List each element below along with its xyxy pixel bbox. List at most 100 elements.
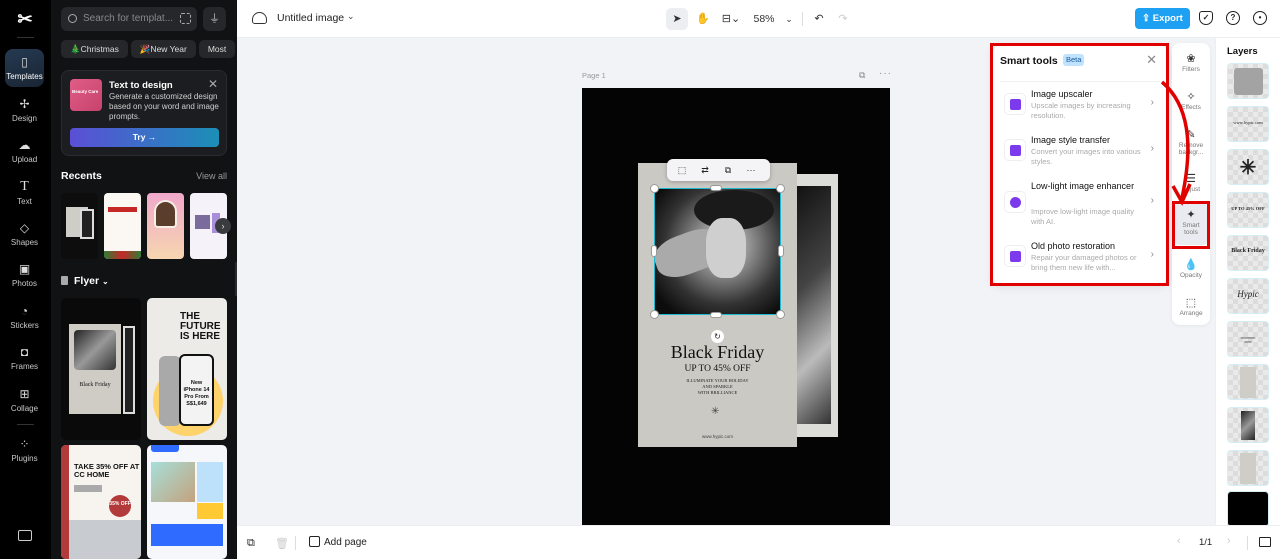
- capcut-logo[interactable]: ✂: [13, 9, 37, 29]
- rtb-remove-background[interactable]: ✎ Remove backgr...: [1172, 123, 1210, 165]
- template-card[interactable]: TAKE 35% OFF AT CC HOME 35% OFF: [61, 445, 141, 559]
- layer-item[interactable]: [1227, 450, 1269, 486]
- tool-low-light-enhancer[interactable]: Low-light image enhancer Improve low-lig…: [1000, 179, 1160, 231]
- image-search-icon[interactable]: [180, 13, 191, 24]
- undo-button[interactable]: ↶: [809, 8, 829, 30]
- rail-item-templates[interactable]: ▯ Templates: [5, 49, 44, 87]
- document-title[interactable]: Untitled image: [277, 12, 344, 24]
- rail-item-design[interactable]: ✢ Design: [5, 91, 44, 129]
- layer-item[interactable]: [1227, 63, 1269, 99]
- poster-url[interactable]: www.hypic.com: [638, 434, 797, 439]
- poster-subtitle[interactable]: UP TO 45% OFF: [638, 364, 797, 374]
- tool-old-photo-restoration[interactable]: Old photo restoration Repair your damage…: [1000, 239, 1160, 283]
- duplicate-page-icon[interactable]: ⧉: [859, 70, 865, 81]
- layer-item[interactable]: www.hypic.com: [1227, 106, 1269, 142]
- poster-body[interactable]: ILLUMINATE YOUR HOLIDAY AND SPARKLE WITH…: [638, 378, 797, 396]
- design-page[interactable]: ⬚ ⇄ ⧉ ··· ↻ Black Friday UP TO 45% OFF I…: [582, 88, 890, 525]
- flower-ornament-icon[interactable]: ✳: [711, 406, 719, 417]
- photo-restoration-icon: [1004, 245, 1026, 267]
- rail-item-shapes[interactable]: ◇ Shapes: [5, 215, 44, 253]
- trash-icon[interactable]: 🗑: [275, 537, 289, 550]
- filter-button[interactable]: ⏚: [203, 7, 226, 31]
- chevron-right-icon: ›: [1150, 143, 1154, 154]
- rtb-smart-tools[interactable]: ✦ Smart tools: [1175, 203, 1207, 245]
- resize-handle[interactable]: [650, 184, 659, 193]
- redo-button[interactable]: ↷: [833, 8, 853, 30]
- try-button[interactable]: Try →: [70, 128, 219, 147]
- close-icon[interactable]: ✕: [208, 77, 218, 91]
- right-toolbar: ❀ Filters ✧ Effects ✎ Remove backgr... ☰ Adj…: [1172, 43, 1210, 325]
- cloud-save-icon[interactable]: [252, 12, 267, 24]
- layer-item[interactable]: ━━━━━━━━ ━━━━: [1227, 321, 1269, 357]
- shield-icon[interactable]: ✓: [1199, 11, 1213, 25]
- selection-box[interactable]: [654, 188, 781, 315]
- recents-next-button[interactable]: ›: [215, 218, 231, 234]
- resize-handle[interactable]: [650, 310, 659, 319]
- rtb-filters[interactable]: ❀ Filters: [1172, 47, 1210, 85]
- select-tool[interactable]: ➤: [666, 8, 688, 30]
- rtb-adjust[interactable]: ☰ Adjust: [1172, 167, 1210, 205]
- resize-handle[interactable]: [710, 185, 722, 191]
- resize-handle[interactable]: [776, 310, 785, 319]
- layer-item[interactable]: UP TO 45% OFF: [1227, 192, 1269, 228]
- layout-tool[interactable]: ⊟⌄: [716, 8, 746, 30]
- adjust-icon: ☰: [1186, 173, 1196, 185]
- export-button[interactable]: ⇪ Export: [1135, 8, 1190, 29]
- crop-icon[interactable]: ⬚: [675, 163, 689, 177]
- layer-item[interactable]: Hypic: [1227, 278, 1269, 314]
- tool-image-style-transfer[interactable]: Image style transfer Convert your images…: [1000, 133, 1160, 177]
- flyer-category-dropdown[interactable]: Flyer ⌄: [61, 275, 109, 287]
- chip-christmas[interactable]: 🎄Christmas: [61, 40, 128, 58]
- resize-handle[interactable]: [778, 245, 784, 257]
- layer-item[interactable]: ✳: [1227, 149, 1269, 185]
- prev-page-button[interactable]: ‹: [1177, 535, 1181, 547]
- hand-tool[interactable]: ✋: [692, 8, 714, 30]
- duplicate-icon[interactable]: ⧉: [721, 163, 735, 177]
- add-page-button[interactable]: Add page: [309, 536, 367, 548]
- template-card[interactable]: [147, 445, 227, 559]
- zoom-level[interactable]: 58%: [751, 8, 777, 30]
- recent-template[interactable]: [147, 193, 184, 259]
- resize-handle[interactable]: [776, 184, 785, 193]
- close-icon[interactable]: ✕: [1146, 52, 1157, 68]
- resize-handle[interactable]: [651, 245, 657, 257]
- rail-item-upload[interactable]: ☁ Upload: [5, 132, 44, 170]
- chevron-down-icon[interactable]: ⌄: [347, 11, 355, 22]
- layer-item[interactable]: [1227, 407, 1269, 443]
- keyboard-shortcuts-icon[interactable]: [18, 530, 32, 541]
- more-icon[interactable]: ···: [744, 163, 758, 177]
- layer-item[interactable]: Black Friday: [1227, 235, 1269, 271]
- layer-item[interactable]: [1227, 491, 1269, 527]
- view-all-link[interactable]: View all: [196, 171, 227, 181]
- tool-image-upscaler[interactable]: Image upscaler Upscale images by increas…: [1000, 87, 1160, 131]
- rail-item-collage[interactable]: ⊞ Collage: [5, 381, 44, 419]
- rail-item-plugins[interactable]: ⁘ Plugins: [5, 431, 44, 469]
- recent-template[interactable]: [61, 193, 98, 259]
- rail-item-stickers[interactable]: ◔ Stickers: [5, 298, 44, 336]
- resize-handle[interactable]: [710, 312, 722, 318]
- template-card[interactable]: Black Friday: [61, 298, 141, 440]
- poster-title[interactable]: Black Friday: [638, 342, 797, 363]
- replace-icon[interactable]: ⇄: [698, 163, 712, 177]
- redo-icon: ↷: [838, 13, 848, 25]
- next-page-button[interactable]: ›: [1227, 535, 1231, 547]
- rail-item-photos[interactable]: ▣ Photos: [5, 256, 44, 294]
- page-more-icon[interactable]: ···: [879, 68, 892, 79]
- rail-item-frames[interactable]: ◘ Frames: [5, 339, 44, 377]
- rtb-opacity[interactable]: 💧 Opacity: [1172, 253, 1210, 291]
- rtb-effects[interactable]: ✧ Effects: [1172, 85, 1210, 123]
- recent-template[interactable]: [104, 193, 141, 259]
- search-input[interactable]: Search for templat...: [61, 7, 197, 31]
- templates-panel: Search for templat... ⏚ 🎄Christmas 🎉New Y…: [51, 0, 237, 559]
- rtb-arrange[interactable]: ⬚ Arrange: [1172, 291, 1210, 329]
- layer-item[interactable]: [1227, 364, 1269, 400]
- page-manager-icon[interactable]: ⧉: [247, 537, 255, 550]
- settings-icon[interactable]: •: [1253, 11, 1267, 25]
- rail-item-text[interactable]: T Text: [5, 174, 44, 212]
- zoom-dropdown[interactable]: ⌄: [781, 8, 797, 30]
- help-icon[interactable]: ?: [1226, 11, 1240, 25]
- template-card[interactable]: THE FUTURE IS HERE New iPhone 14 Pro Fro…: [147, 298, 227, 440]
- chip-most[interactable]: Most: [198, 40, 236, 58]
- chip-new-year[interactable]: 🎉New Year: [130, 40, 196, 58]
- shopping-bag-icon[interactable]: [1259, 537, 1271, 547]
